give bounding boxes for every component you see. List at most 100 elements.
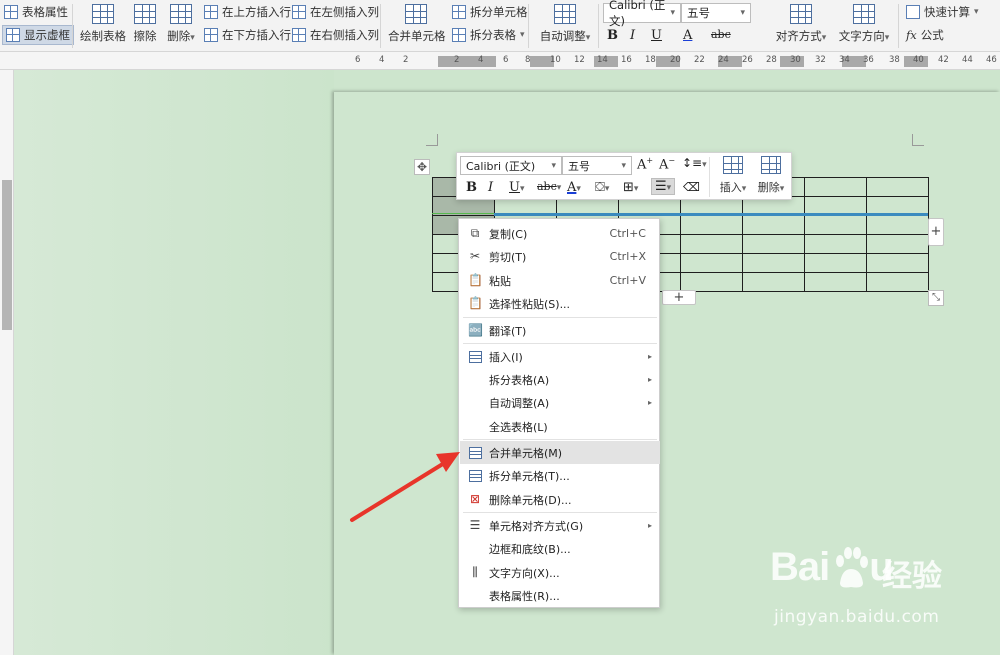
grow-font-button[interactable]: A+ bbox=[637, 156, 653, 172]
eraser-mini-button[interactable]: ⌫ bbox=[683, 180, 700, 194]
split-table-ribbon-button[interactable]: 拆分表格 ▾ bbox=[452, 27, 525, 43]
mini-font-color-button[interactable]: A▾ bbox=[567, 180, 581, 195]
ruler-tick-label: 44 bbox=[962, 55, 973, 65]
ruler-tick-label: 2 bbox=[403, 55, 409, 65]
insert-col-left-icon bbox=[292, 5, 306, 19]
show-gridlines-toggle[interactable]: 显示虚框 bbox=[2, 25, 74, 45]
insert-col-right-button[interactable]: 在右侧插入列 bbox=[292, 27, 379, 43]
menu-item-select-table[interactable]: 全选表格(L) bbox=[460, 415, 660, 438]
mini-delete-button[interactable]: 删除▾ bbox=[753, 156, 789, 195]
eraser-button[interactable]: 擦除 bbox=[130, 4, 160, 44]
calculator-icon bbox=[906, 5, 920, 19]
menu-item-text-direction[interactable]: ⫼ 文字方向(X)... bbox=[460, 561, 660, 584]
font-name-select[interactable]: Calibri (正文) ▾ bbox=[603, 0, 681, 28]
mini-font-name-select[interactable]: Calibri (正文) ▾ bbox=[460, 156, 562, 175]
text-direction-icon bbox=[853, 4, 875, 24]
ruler-tick-label: 10 bbox=[550, 55, 561, 65]
eraser-icon bbox=[134, 4, 156, 24]
ruler-tick-label: 46 bbox=[986, 55, 997, 65]
chevron-down-icon: ▾ bbox=[974, 7, 979, 17]
font-color-button[interactable]: A bbox=[683, 28, 692, 43]
menu-item-copy[interactable]: ⧉ 复制(C) Ctrl+C bbox=[460, 222, 660, 245]
italic-button[interactable]: I bbox=[630, 28, 635, 43]
merge-cells-ribbon-button[interactable]: 合并单元格 bbox=[388, 4, 446, 44]
cell-edge-highlight bbox=[432, 213, 494, 214]
ruler-tick-label: 34 bbox=[839, 55, 850, 65]
delete-table-icon bbox=[170, 4, 192, 24]
quick-calc-button[interactable]: 快速计算 ▾ bbox=[906, 4, 979, 20]
menu-item-cut[interactable]: ✂ 剪切(T) Ctrl+X bbox=[460, 245, 660, 268]
paw-logo-icon bbox=[836, 547, 868, 588]
underline-button[interactable]: U bbox=[651, 28, 662, 43]
add-column-button[interactable]: + bbox=[928, 218, 944, 246]
move-icon: ✥ bbox=[416, 160, 428, 174]
font-size-select[interactable]: 五号 ▾ bbox=[681, 3, 751, 23]
chevron-right-icon: ▸ bbox=[647, 375, 652, 384]
insert-row-below-icon bbox=[204, 28, 218, 42]
formula-button[interactable]: fx 公式 bbox=[906, 27, 944, 43]
menu-item-paste-special[interactable]: 📋 选择性粘贴(S)... bbox=[460, 292, 660, 315]
insert-col-left-button[interactable]: 在左侧插入列 bbox=[292, 4, 379, 20]
borders-button[interactable]: ⊞▾ bbox=[623, 180, 638, 195]
fx-icon: fx bbox=[906, 28, 917, 42]
table-resize-handle[interactable]: ⤡ bbox=[928, 290, 944, 306]
mini-strike-button[interactable]: abc▾ bbox=[537, 180, 561, 193]
align-button[interactable]: 对齐方式▾ bbox=[772, 4, 830, 44]
split-cells-ribbon-button[interactable]: 拆分单元格 bbox=[452, 4, 528, 20]
shrink-font-button[interactable]: A− bbox=[659, 156, 675, 172]
menu-item-cell-alignment[interactable]: ☰ 单元格对齐方式(G) ▸ bbox=[460, 514, 660, 537]
ruler-tick-label: 6 bbox=[355, 55, 361, 65]
menu-item-auto-fit[interactable]: 自动调整(A) ▸ bbox=[460, 391, 660, 414]
menu-item-split-cells[interactable]: 拆分单元格(T)... bbox=[460, 464, 660, 487]
chevron-right-icon: ▸ bbox=[647, 398, 652, 407]
draw-table-button[interactable]: 绘制表格 bbox=[80, 4, 126, 44]
delete-cells-icon: ⊠ bbox=[469, 492, 481, 506]
chevron-down-icon: ▾ bbox=[519, 184, 525, 194]
paint-bucket-icon: ⛋ bbox=[595, 180, 605, 195]
align-dropdown-button[interactable]: ☰▾ bbox=[651, 178, 676, 195]
chevron-down-icon: ▾ bbox=[520, 30, 525, 40]
translate-icon: 🔤 bbox=[468, 323, 483, 337]
menu-separator bbox=[463, 439, 657, 440]
menu-item-delete-cells[interactable]: ⊠ 删除单元格(D)... bbox=[460, 488, 660, 511]
table-move-handle[interactable]: ✥ bbox=[414, 159, 430, 175]
menu-item-table-properties[interactable]: 表格属性(R)... bbox=[460, 584, 660, 607]
add-row-button[interactable]: + bbox=[662, 290, 696, 305]
bold-button[interactable]: B bbox=[607, 28, 618, 43]
chevron-down-icon: ▾ bbox=[633, 184, 639, 194]
menu-item-translate[interactable]: 🔤 翻译(T) bbox=[460, 319, 660, 342]
insert-row-above-button[interactable]: 在上方插入行 bbox=[204, 4, 291, 20]
mini-italic-button[interactable]: I bbox=[488, 180, 493, 195]
table-properties-button[interactable]: 表格属性 bbox=[4, 4, 68, 20]
floating-mini-toolbar: Calibri (正文) ▾ 五号 ▾ A+ A− ↕≡▾ B I U▾ abc▾ … bbox=[456, 152, 792, 200]
line-spacing-button[interactable]: ↕≡▾ bbox=[682, 156, 707, 170]
menu-item-paste[interactable]: 📋 粘贴 Ctrl+V bbox=[460, 269, 660, 292]
horizontal-ruler: 6 4 2 2 4 6 8 10 12 14 16 18 20 22 24 26 28 30 32 34 36 38 40 4… bbox=[0, 52, 1000, 70]
menu-item-insert[interactable]: 插入(I) ▸ bbox=[460, 345, 660, 368]
ruler-tick-label: 4 bbox=[478, 55, 484, 65]
delete-button[interactable]: 删除▾ bbox=[164, 4, 198, 44]
chevron-down-icon: ▾ bbox=[585, 33, 591, 43]
chevron-down-icon: ▾ bbox=[621, 160, 626, 171]
ruler-tick-label: 16 bbox=[621, 55, 632, 65]
mini-insert-button[interactable]: 插入▾ bbox=[715, 156, 751, 195]
margin-corner-mark bbox=[426, 134, 438, 146]
divider bbox=[598, 4, 599, 48]
mini-underline-button[interactable]: U▾ bbox=[509, 180, 525, 195]
menu-item-borders-shading[interactable]: 边框和底纹(B)... bbox=[460, 537, 660, 560]
auto-fit-button[interactable]: 自动调整▾ bbox=[536, 4, 594, 44]
delete-table-icon bbox=[761, 156, 781, 174]
ruler-tick-label: 20 bbox=[670, 55, 681, 65]
strikethrough-button[interactable]: abc bbox=[711, 28, 731, 41]
insert-row-below-button[interactable]: 在下方插入行 bbox=[204, 27, 291, 43]
mini-bold-button[interactable]: B bbox=[466, 180, 477, 195]
mini-font-size-select[interactable]: 五号 ▾ bbox=[562, 156, 632, 175]
ruler-tick-label: 24 bbox=[718, 55, 729, 65]
divider bbox=[709, 157, 710, 197]
menu-item-split-table[interactable]: 拆分表格(A) ▸ bbox=[460, 368, 660, 391]
watermark-url: jingyan.baidu.com bbox=[774, 607, 940, 627]
shading-button[interactable]: ⛋▾ bbox=[595, 180, 609, 195]
divider bbox=[380, 4, 381, 48]
text-direction-button[interactable]: 文字方向▾ bbox=[836, 4, 892, 44]
menu-item-merge-cells[interactable]: 合并单元格(M) bbox=[460, 441, 660, 464]
